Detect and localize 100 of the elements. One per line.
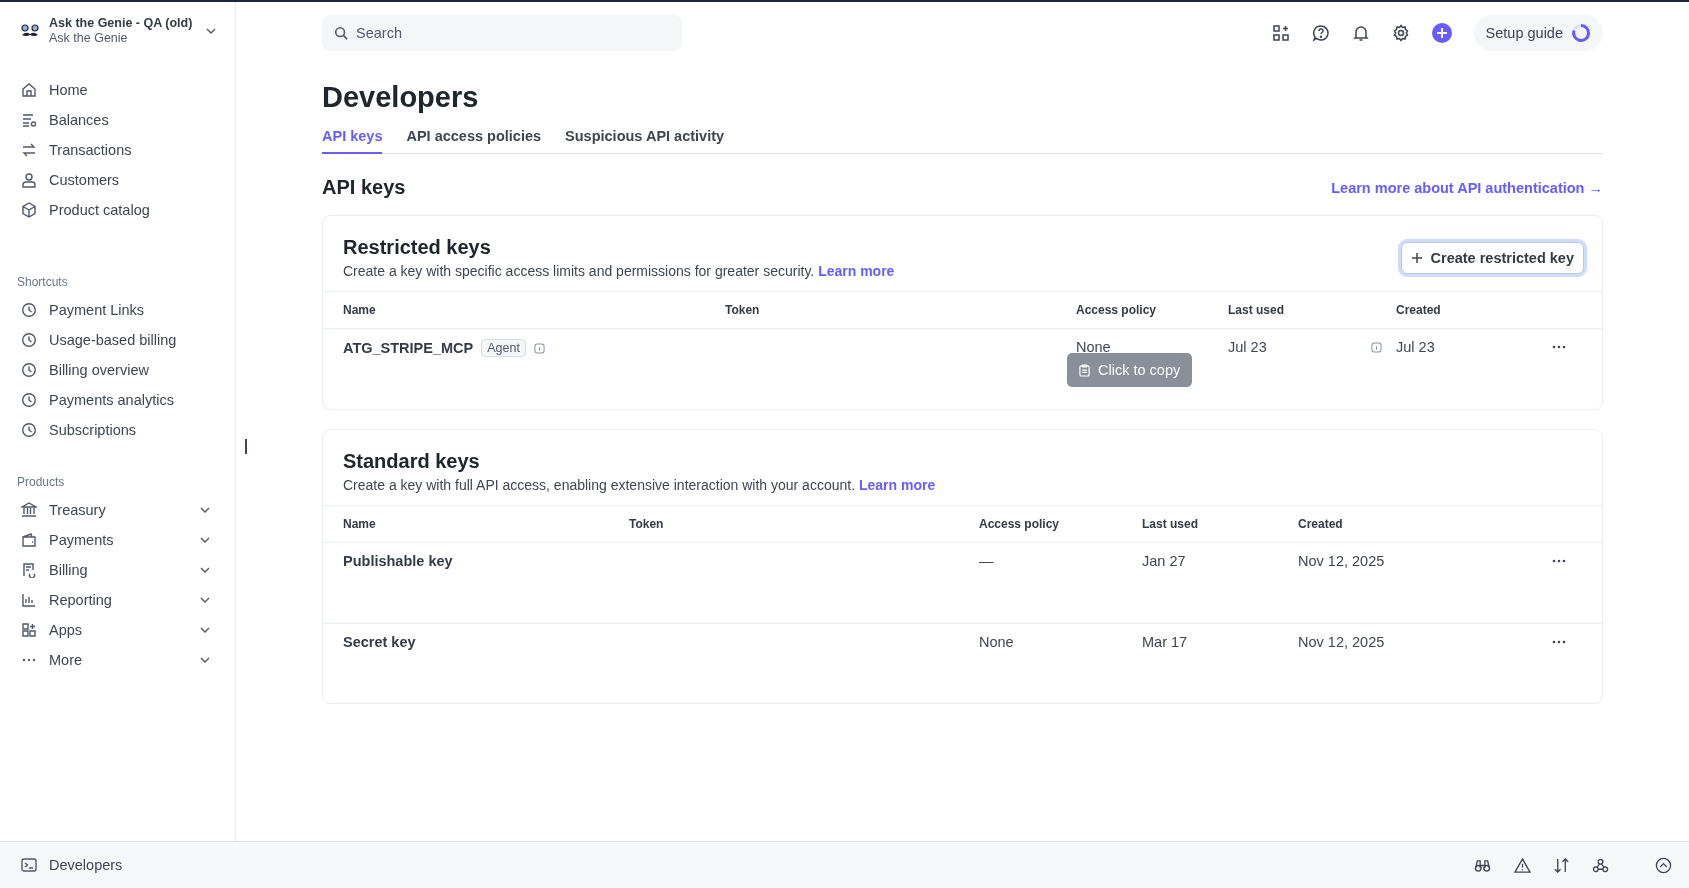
warning-icon[interactable] (1514, 857, 1531, 873)
binoculars-icon[interactable] (1474, 857, 1491, 873)
card-description: Create a key with full API access, enabling extensive interaction with your account. Learn more (343, 477, 936, 493)
sidebar-item[interactable]: Billing (17, 555, 219, 585)
help-icon[interactable] (1311, 24, 1330, 42)
plus-circle-icon[interactable] (1431, 23, 1452, 43)
clock-icon (21, 362, 37, 378)
table-cell-text: Jan 27 (1142, 553, 1187, 569)
settings-icon[interactable] (1391, 24, 1410, 42)
clock-icon (21, 392, 37, 408)
transactions-icon (21, 142, 37, 158)
tab[interactable]: Suspicious API activity (565, 128, 725, 154)
clock-icon (21, 332, 37, 348)
chevron-up-circle-icon[interactable] (1655, 856, 1672, 874)
chart-icon (21, 592, 37, 608)
sidebar-item[interactable]: Usage-based billing (17, 325, 219, 355)
info-icon[interactable] (1371, 341, 1382, 353)
setup-guide-button[interactable]: Setup guide (1473, 15, 1603, 51)
apps-icon[interactable] (1271, 24, 1290, 42)
sidebar-item[interactable]: Apps (17, 615, 219, 645)
create-restricted-key-button[interactable]: Create restricted key (1400, 241, 1584, 274)
clipboard-icon (1079, 363, 1090, 377)
terminal-icon (21, 857, 37, 873)
bank-icon (21, 502, 37, 518)
sidebar-item[interactable]: Payment Links (17, 295, 219, 325)
clock-icon (21, 422, 37, 438)
page-title: Developers (322, 81, 480, 114)
chevron-down-icon (200, 657, 210, 663)
column-header: Name (343, 303, 377, 317)
table-cell-text: Nov 12, 2025 (1298, 634, 1386, 650)
progress-ring-icon (1571, 23, 1591, 43)
card-title: Standard keys (343, 450, 481, 473)
sidebar-item[interactable]: Balances (17, 105, 219, 135)
chevron-down-icon (200, 567, 210, 573)
table-cell-text: None (1076, 339, 1112, 355)
search-field[interactable]: Search (322, 15, 682, 51)
more-icon[interactable] (1552, 640, 1566, 644)
table-cell-text: — (979, 553, 995, 569)
sidebar-item[interactable]: Billing overview (17, 355, 219, 385)
resize-handle[interactable] (245, 439, 247, 454)
table-cell-text: Jul 23 (1396, 339, 1436, 355)
section-title: API keys (322, 176, 406, 199)
home-icon (21, 82, 37, 98)
chevron-down-icon (200, 597, 210, 603)
table-cell-text: None (979, 634, 1015, 650)
learn-more-link[interactable]: Learn more (858, 477, 936, 493)
chevron-down-icon (206, 27, 216, 34)
clock-icon (21, 302, 37, 318)
sidebar-item[interactable]: More (17, 645, 219, 675)
chevron-down-icon (200, 627, 210, 633)
more-icon[interactable] (1552, 559, 1566, 563)
column-header: Created (1396, 303, 1442, 317)
card-title: Restricted keys (343, 236, 492, 259)
table-cell-text: Nov 12, 2025 (1298, 553, 1386, 569)
column-header: Access policy (979, 517, 1061, 531)
chevron-down-icon (200, 507, 210, 513)
sidebar-item[interactable]: Payments (17, 525, 219, 555)
account-switcher[interactable]: Ask the Genie - QA (old) Ask the Genie (17, 16, 219, 45)
column-header: Access policy (1076, 303, 1158, 317)
learn-more-link[interactable]: Learn more (818, 263, 895, 279)
column-header: Token (629, 517, 665, 531)
sidebar-item[interactable]: Reporting (17, 585, 219, 615)
table-cell: Jul 23 (1228, 339, 1267, 355)
customers-icon (21, 172, 37, 188)
column-header: Last used (1228, 303, 1285, 317)
sidebar-item[interactable]: Subscriptions (17, 415, 219, 445)
plus-icon (1410, 251, 1423, 264)
table-cell-text: Mar 17 (1142, 634, 1189, 650)
card-description: Create a key with specific access limits and permissions for greater security. Learn more (343, 263, 895, 279)
column-header: Token (725, 303, 761, 317)
sidebar-item[interactable]: Home (17, 75, 219, 105)
column-header: Last used (1142, 517, 1199, 531)
box-icon (21, 202, 37, 218)
webhook-icon[interactable] (1592, 857, 1609, 873)
chevron-down-icon (200, 537, 210, 543)
tab[interactable]: API keys (322, 128, 383, 154)
sidebar-item[interactable]: Product catalog (17, 195, 219, 225)
sidebar-item[interactable]: Transactions (17, 135, 219, 165)
account-subtitle: Ask the Genie (49, 31, 129, 45)
balances-icon (21, 112, 37, 128)
key-name: Publishable key (343, 553, 454, 569)
glasses-mustache-icon (20, 23, 40, 38)
sidebar-item[interactable]: Payments analytics (17, 385, 219, 415)
bell-icon[interactable] (1351, 24, 1370, 42)
wallet-icon (21, 532, 37, 548)
section-heading: Shortcuts (17, 275, 69, 289)
column-header: Name (343, 517, 377, 531)
sidebar-item[interactable]: Treasury (17, 495, 219, 525)
key-name: Secret key (343, 634, 417, 650)
section-heading: Products (17, 475, 66, 489)
tab[interactable]: API access policies (406, 128, 542, 154)
key-name: ATG_STRIPE_MCP (343, 340, 474, 356)
developers-item[interactable]: Developers (17, 850, 123, 880)
api-authentication-link[interactable]: Learn more about API authentication → (1331, 179, 1603, 196)
more-icon[interactable] (1552, 345, 1566, 349)
sort-arrows-icon[interactable] (1554, 857, 1569, 873)
sidebar-item[interactable]: Customers (17, 165, 219, 195)
info-icon[interactable] (533, 342, 545, 354)
column-header: Created (1298, 517, 1344, 531)
tooltip-text: Click to copy (1098, 362, 1181, 378)
